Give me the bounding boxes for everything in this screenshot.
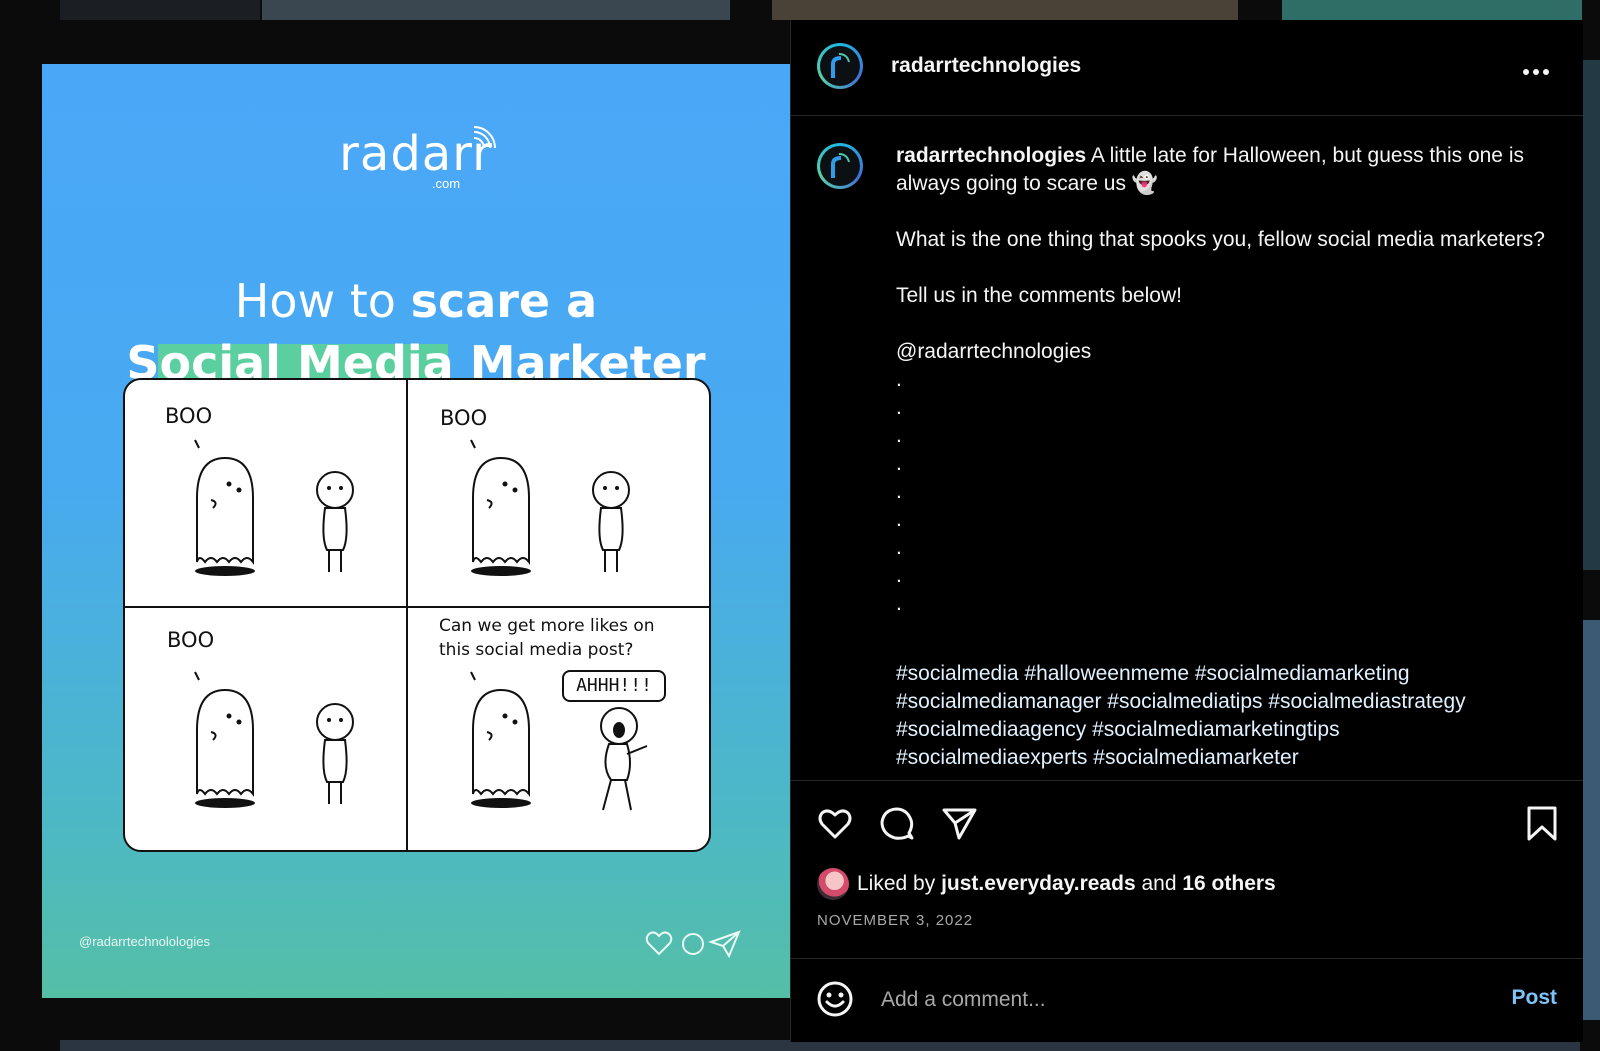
hashtag-line[interactable]: #socialmedia #halloweenmeme #socialmedia… <box>896 660 1546 688</box>
background-tile <box>1582 60 1600 570</box>
avatar[interactable] <box>817 868 849 900</box>
signal-waves-icon <box>473 126 496 149</box>
background-tile <box>60 0 260 20</box>
paper-plane-icon[interactable] <box>941 806 977 842</box>
ghost-and-person-drawing <box>194 439 354 576</box>
post-detail-panel: radarrtechnologies radarrtechnologies A … <box>790 20 1583 1042</box>
caption-dot: . <box>896 536 902 559</box>
headline-line-1: How to scare a <box>234 274 598 328</box>
caption-hashtags: #socialmedia #halloweenmeme #socialmedia… <box>896 660 1546 772</box>
likes-prefix: Liked by <box>857 872 936 895</box>
caption-dot: . <box>896 452 902 475</box>
caption-dot: . <box>896 508 902 531</box>
caption-username[interactable]: radarrtechnologies <box>896 144 1086 167</box>
ghost-and-person-drawing <box>194 671 354 808</box>
likes-and: and <box>1141 872 1177 895</box>
caption: radarrtechnologies A little late for Hal… <box>896 142 1546 618</box>
hashtag-line[interactable]: #socialmediaagency #socialmediamarketing… <box>896 716 1546 744</box>
comic-strip: BOO BOO BOO Can we get more likes on thi… <box>123 378 711 852</box>
radarr-logo-icon <box>831 53 850 78</box>
heart-icon[interactable] <box>817 806 853 842</box>
background-tile <box>1582 620 1600 1020</box>
post-header: radarrtechnologies <box>791 20 1583 116</box>
post-date[interactable]: NOVEMBER 3, 2022 <box>817 912 973 929</box>
radarr-logo-icon <box>831 153 850 178</box>
comment-bubble-icon[interactable] <box>879 806 915 842</box>
background-tile <box>262 0 730 20</box>
panel-divider <box>406 380 408 850</box>
divider <box>791 780 1583 781</box>
bookmark-icon[interactable] <box>1524 806 1560 842</box>
brand-domain: .com <box>431 176 461 191</box>
caption-dot: . <box>896 424 902 447</box>
background-tile <box>772 0 1238 20</box>
caption-mention[interactable]: @radarrtechnologies <box>896 338 1546 366</box>
panel-1-text: BOO <box>165 404 213 428</box>
caption-dot: . <box>896 480 902 503</box>
header-username[interactable]: radarrtechnologies <box>891 54 1081 78</box>
brand-logo: radarr .com <box>42 126 790 191</box>
caption-dot: . <box>896 396 902 419</box>
comment-input[interactable] <box>879 978 1473 1022</box>
panel-2-text: BOO <box>440 406 488 430</box>
likes-others[interactable]: 16 others <box>1182 872 1275 896</box>
speech-bubble-text: AHHH!!! <box>576 675 652 696</box>
caption-line-3: Tell us in the comments below! <box>896 284 1182 307</box>
smiley-icon[interactable] <box>816 980 854 1018</box>
caption-avatar[interactable] <box>817 143 863 189</box>
panel-divider <box>125 606 709 608</box>
divider <box>791 958 1583 959</box>
caption-dot: . <box>896 368 902 391</box>
image-decorative-icons <box>645 930 741 958</box>
caption-dot: . <box>896 592 902 615</box>
post-comment-button[interactable]: Post <box>1511 986 1557 1010</box>
more-horizontal-icon[interactable] <box>1523 62 1555 75</box>
hashtag-line[interactable]: #socialmediamanager #socialmediatips #so… <box>896 688 1546 716</box>
liked-by-user[interactable]: just.everyday.reads <box>941 872 1136 896</box>
post-image[interactable]: radarr .com How to scare a Social Media … <box>42 64 790 998</box>
background-tile <box>1282 0 1582 20</box>
ghost-and-person-drawing <box>470 439 630 576</box>
hashtag-line[interactable]: #socialmediaexperts #socialmediamarketer <box>896 744 1546 772</box>
panel-4-text: Can we get more likes on this social med… <box>439 616 655 660</box>
image-handle-text: @radarrtechnolologies <box>79 934 210 949</box>
caption-dot: . <box>896 564 902 587</box>
likes-summary: Liked by just.everyday.reads and 16 othe… <box>817 867 1276 901</box>
avatar[interactable] <box>817 43 863 89</box>
speech-bubble: AHHH!!! <box>562 670 666 702</box>
panel-3-text: BOO <box>167 628 215 652</box>
caption-line-2: What is the one thing that spooks you, f… <box>896 228 1545 251</box>
